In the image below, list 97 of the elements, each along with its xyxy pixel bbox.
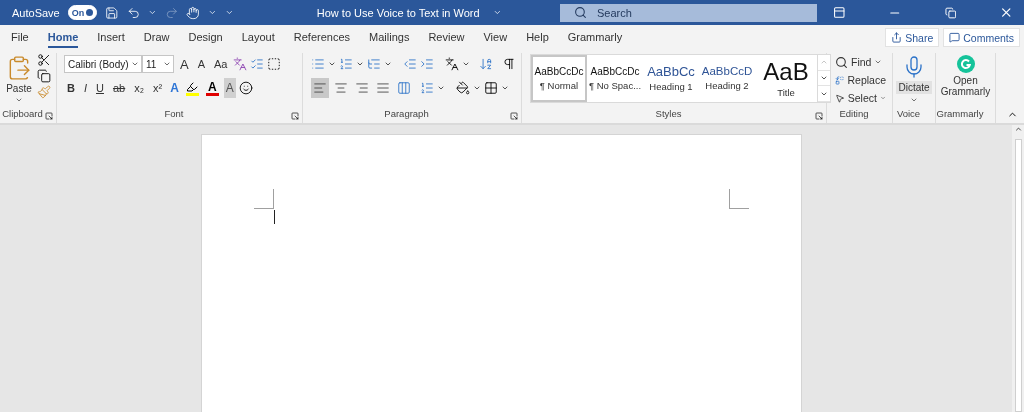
restore-icon[interactable] xyxy=(944,6,957,19)
replace-button[interactable]: Replace xyxy=(833,71,888,89)
format-button[interactable]: ab xyxy=(109,78,129,98)
font-name-field[interactable]: Calibri (Body) xyxy=(64,55,142,73)
ribbon-tab[interactable]: Mailings xyxy=(369,27,410,48)
autosave-toggle[interactable]: On xyxy=(67,5,97,20)
align-right-icon xyxy=(355,81,369,95)
customize-icon[interactable] xyxy=(224,8,234,17)
scrollbar-thumb[interactable] xyxy=(1014,139,1022,412)
find-button[interactable]: Find xyxy=(833,53,888,71)
dialog-launcher-icon[interactable] xyxy=(815,112,823,120)
touch-mode-icon[interactable] xyxy=(186,5,200,20)
caret-icon[interactable] xyxy=(384,60,392,68)
ribbon-tab[interactable]: View xyxy=(483,27,508,48)
scroll-up-icon[interactable] xyxy=(1013,125,1023,134)
grammarly-logo-icon xyxy=(956,55,975,73)
dialog-launcher-icon[interactable] xyxy=(45,112,53,120)
comment-icon xyxy=(949,32,961,43)
character-border-icon[interactable] xyxy=(267,57,282,71)
caret-icon[interactable] xyxy=(437,84,445,92)
dialog-launcher-icon[interactable] xyxy=(291,112,299,120)
copy-icon[interactable] xyxy=(37,69,51,83)
group-label: Clipboard xyxy=(1,108,44,121)
undo-icon[interactable] xyxy=(126,5,141,20)
caret-icon[interactable] xyxy=(910,96,918,104)
group-label: Paragraph xyxy=(383,108,430,121)
comments-button[interactable]: Comments xyxy=(943,28,1020,47)
ribbon-tab[interactable]: References xyxy=(293,27,351,48)
distributed-icon xyxy=(397,81,411,95)
group-label: Grammarly xyxy=(936,108,984,121)
justify-icon xyxy=(376,81,390,95)
align-center-icon xyxy=(334,81,348,95)
grow-font-button[interactable]: A xyxy=(177,54,192,74)
caret-icon[interactable] xyxy=(148,8,157,17)
character-shading-button[interactable]: A xyxy=(223,78,236,98)
dialog-launcher-icon[interactable] xyxy=(510,112,518,120)
share-button[interactable]: Share xyxy=(885,28,940,47)
font-size-field[interactable]: 11 xyxy=(142,55,174,73)
shrink-font-button[interactable]: A xyxy=(194,54,208,74)
paste-button[interactable]: Paste xyxy=(4,53,34,108)
caret-icon[interactable] xyxy=(207,8,217,17)
show-marks-icon[interactable] xyxy=(502,57,516,71)
ribbon-tab[interactable]: Help xyxy=(526,27,549,48)
format-button[interactable]: x² xyxy=(150,78,166,98)
save-icon[interactable] xyxy=(104,5,119,20)
style-item[interactable]: AaBbCcDc ¶ Normal xyxy=(531,55,587,102)
paint-bucket-icon[interactable] xyxy=(456,81,470,95)
select-button[interactable]: Select xyxy=(833,89,888,107)
search-field[interactable]: Search xyxy=(559,3,817,22)
caret-icon[interactable] xyxy=(462,60,470,68)
text-cursor xyxy=(273,210,275,224)
dictate-button[interactable]: Dictate xyxy=(894,53,934,108)
caret-icon[interactable] xyxy=(131,60,139,68)
replace-icon xyxy=(835,73,845,87)
format-button[interactable]: U xyxy=(93,78,107,98)
group-label: Styles xyxy=(654,108,683,121)
caret-icon[interactable] xyxy=(493,8,502,17)
ribbon-tab[interactable]: Home xyxy=(47,27,79,48)
sort-icon[interactable] xyxy=(479,57,493,71)
ribbon-tab[interactable]: Grammarly xyxy=(567,27,623,48)
cut-icon[interactable] xyxy=(37,53,51,67)
ribbon-tab[interactable]: Review xyxy=(428,27,465,48)
format-button[interactable]: B xyxy=(64,78,78,98)
caret-icon[interactable] xyxy=(328,60,336,68)
ribbon-tab[interactable]: Design xyxy=(188,27,223,48)
caret-icon[interactable] xyxy=(356,60,364,68)
caret-icon[interactable] xyxy=(15,96,23,104)
align-left-icon xyxy=(313,81,327,95)
group-label: Voice xyxy=(895,108,922,121)
margin-corner-mark xyxy=(728,189,749,209)
emoji-icon[interactable] xyxy=(238,81,253,95)
margin-corner-mark xyxy=(253,189,274,209)
highlighter-icon xyxy=(186,80,199,93)
search-icon xyxy=(573,6,587,19)
format-button[interactable]: x₂ xyxy=(131,78,147,98)
caret-icon[interactable] xyxy=(874,58,883,66)
multilevel-list-icon[interactable] xyxy=(367,57,381,71)
group-label: Font xyxy=(163,108,185,121)
ribbon-tab[interactable]: Draw xyxy=(143,27,170,48)
search-icon xyxy=(835,55,848,69)
caret-icon[interactable] xyxy=(163,60,171,68)
caret-icon[interactable] xyxy=(473,84,481,92)
text-effects-button[interactable]: A xyxy=(168,78,181,98)
change-case-button[interactable]: Aa xyxy=(211,54,231,74)
autosave-label: AutoSave xyxy=(12,6,60,19)
share-icon xyxy=(891,32,903,43)
group-label: Editing xyxy=(838,108,870,121)
caret-icon[interactable] xyxy=(501,84,509,92)
ribbon-tab[interactable]: Layout xyxy=(241,27,275,48)
borders-icon[interactable] xyxy=(484,81,498,95)
ribbon-tab[interactable]: Insert xyxy=(97,27,125,48)
ribbon-tab[interactable]: File xyxy=(11,27,29,48)
document-title: How to Use Voice to Text in Word xyxy=(315,6,481,19)
format-button[interactable]: I xyxy=(80,78,90,98)
open-grammarly-button[interactable]: Open Grammarly xyxy=(937,53,994,108)
ribbon-display-icon[interactable] xyxy=(832,6,846,19)
font-color-button[interactable]: A xyxy=(203,78,221,98)
